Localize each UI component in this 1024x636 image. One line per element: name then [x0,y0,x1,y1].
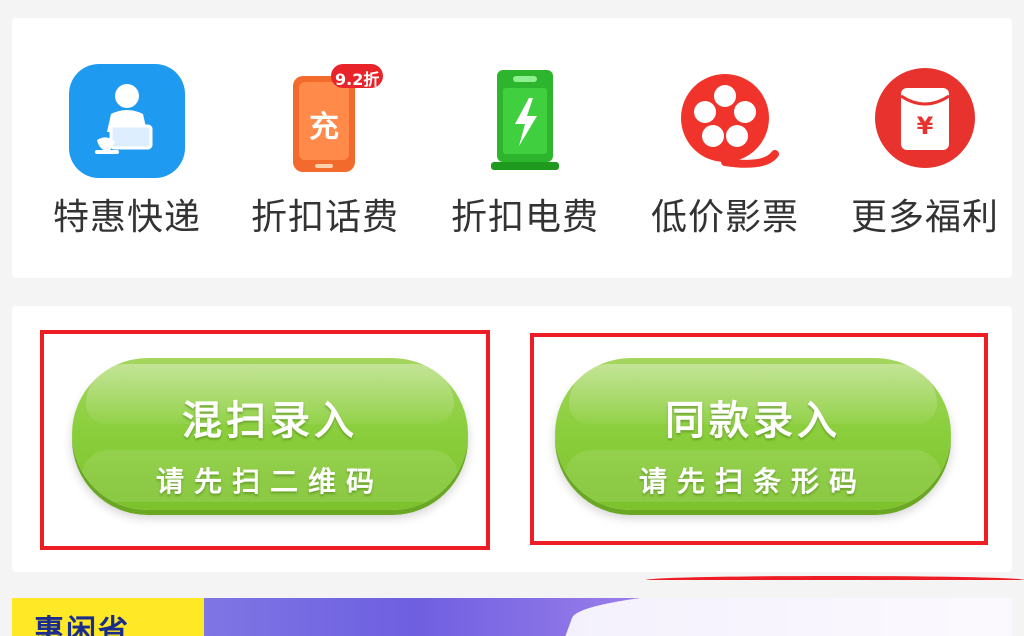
service-courier[interactable]: 特惠快递 [42,62,212,252]
banner-tag: 惠闲省 [12,598,204,636]
yen-sign: ¥ [917,112,934,140]
services-card: 特惠快递 充 9.2折 折扣话费 折扣电费 低价影票 ¥ 更多福利 [12,18,1012,278]
mixed-scan-title: 混扫录入 [182,398,358,444]
mixed-scan-subtitle: 请先扫二维码 [155,465,384,498]
promo-banner[interactable]: 惠闲省 [12,598,1012,636]
red-envelope-icon: ¥ [865,62,985,180]
service-label: 特惠快递 [52,197,201,238]
service-label: 更多福利 [850,197,999,238]
discount-badge: 9.2折 [335,70,380,89]
red-underline-mark [646,576,1024,584]
service-label: 折扣话费 [250,197,399,238]
same-item-scan-button[interactable]: 同款录入 请先扫条形码 [555,358,951,510]
service-label: 折扣电费 [450,197,599,238]
courier-icon [67,62,187,180]
service-label: 低价影票 [650,197,799,238]
service-movie-tickets[interactable]: 低价影票 [640,62,810,252]
mixed-scan-button[interactable]: 混扫录入 请先扫二维码 [72,358,468,510]
service-more-benefits[interactable]: ¥ 更多福利 [840,62,1010,252]
same-item-scan-subtitle: 请先扫条形码 [638,465,867,498]
electricity-icon [465,62,585,180]
phone-recharge-icon: 充 9.2折 [265,62,385,180]
service-electricity[interactable]: 折扣电费 [440,62,610,252]
same-item-scan-title: 同款录入 [665,398,841,444]
banner-wave-shape [561,598,1012,636]
service-phone-recharge[interactable]: 充 9.2折 折扣话费 [240,62,410,252]
recharge-char: 充 [309,110,339,145]
film-reel-icon [665,62,785,180]
